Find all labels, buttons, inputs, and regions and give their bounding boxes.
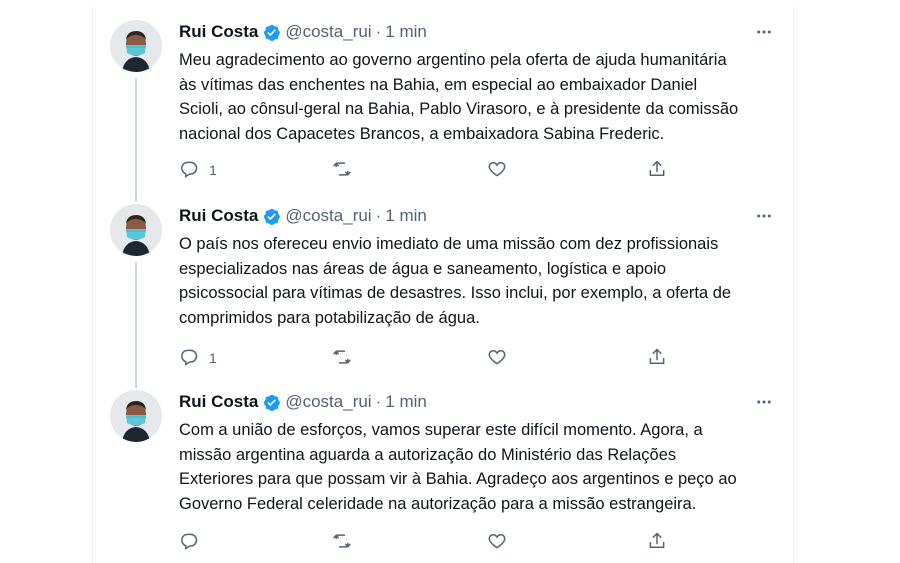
author-name[interactable]: Rui Costa xyxy=(179,22,258,42)
like-icon xyxy=(487,531,507,554)
reply-count: 1 xyxy=(209,350,217,366)
share-button[interactable] xyxy=(647,159,667,181)
separator-dot: · xyxy=(375,392,382,411)
share-icon xyxy=(647,347,667,370)
tweet-actions: 1 xyxy=(179,159,699,181)
like-button[interactable] xyxy=(487,347,507,369)
more-icon[interactable] xyxy=(753,205,775,227)
like-icon xyxy=(487,347,507,370)
thread-connector-line xyxy=(135,78,137,202)
author-handle[interactable]: @costa_rui xyxy=(285,206,371,226)
avatar[interactable] xyxy=(110,390,162,442)
verified-badge-icon xyxy=(262,23,281,42)
more-icon[interactable] xyxy=(753,391,775,413)
verified-badge-icon xyxy=(262,207,281,226)
share-icon xyxy=(647,159,667,182)
separator-dot: · xyxy=(375,206,382,225)
separator-dot: · xyxy=(375,22,382,41)
thread-connector-line xyxy=(135,262,137,388)
author-name[interactable]: Rui Costa xyxy=(179,206,258,226)
author-name[interactable]: Rui Costa xyxy=(179,392,258,412)
like-button[interactable] xyxy=(487,159,507,181)
reply-button[interactable]: 1 xyxy=(179,159,217,181)
reply-button[interactable] xyxy=(179,531,209,553)
tweet[interactable]: Rui Costa @costa_rui · 1 min O país nos … xyxy=(93,190,793,388)
tweet-timestamp[interactable]: 1 min xyxy=(385,206,427,226)
retweet-button[interactable] xyxy=(331,347,353,369)
tweet-header: Rui Costa @costa_rui · 1 min xyxy=(179,205,775,227)
avatar[interactable] xyxy=(110,20,162,72)
retweet-icon xyxy=(331,159,353,182)
tweet-timestamp[interactable]: 1 min xyxy=(385,392,427,412)
reply-count: 1 xyxy=(209,162,217,178)
share-button[interactable] xyxy=(647,347,667,369)
tweet-actions xyxy=(179,531,699,553)
verified-badge-icon xyxy=(262,393,281,412)
tweet-text: O país nos ofereceu envio imediato de um… xyxy=(179,235,732,327)
retweet-button[interactable] xyxy=(331,531,353,553)
reply-icon xyxy=(179,347,199,370)
more-icon[interactable] xyxy=(753,21,775,43)
avatar[interactable] xyxy=(110,204,162,256)
retweet-button[interactable] xyxy=(331,159,353,181)
tweet[interactable]: Rui Costa @costa_rui · 1 min Com a união… xyxy=(93,376,793,563)
author-handle[interactable]: @costa_rui xyxy=(285,22,371,42)
tweet-text: Com a união de esforços, vamos superar e… xyxy=(179,421,737,513)
like-button[interactable] xyxy=(487,531,507,553)
share-button[interactable] xyxy=(647,531,667,553)
share-icon xyxy=(647,531,667,554)
tweet-text: Meu agradecimento ao governo argentino p… xyxy=(179,51,739,143)
retweet-icon xyxy=(331,347,353,370)
reply-icon xyxy=(179,531,199,554)
reply-icon xyxy=(179,159,199,182)
like-icon xyxy=(487,159,507,182)
tweet-timestamp[interactable]: 1 min xyxy=(385,22,427,42)
retweet-icon xyxy=(331,531,353,554)
tweet-header: Rui Costa @costa_rui · 1 min xyxy=(179,391,775,413)
tweet-actions: 1 xyxy=(179,347,699,369)
tweet[interactable]: Rui Costa @costa_rui · 1 min Meu agradec… xyxy=(93,6,793,202)
reply-button[interactable]: 1 xyxy=(179,347,217,369)
tweet-header: Rui Costa @costa_rui · 1 min xyxy=(179,21,775,43)
tweet-thread: Rui Costa @costa_rui · 1 min Meu agradec… xyxy=(92,6,794,563)
author-handle[interactable]: @costa_rui xyxy=(285,392,371,412)
